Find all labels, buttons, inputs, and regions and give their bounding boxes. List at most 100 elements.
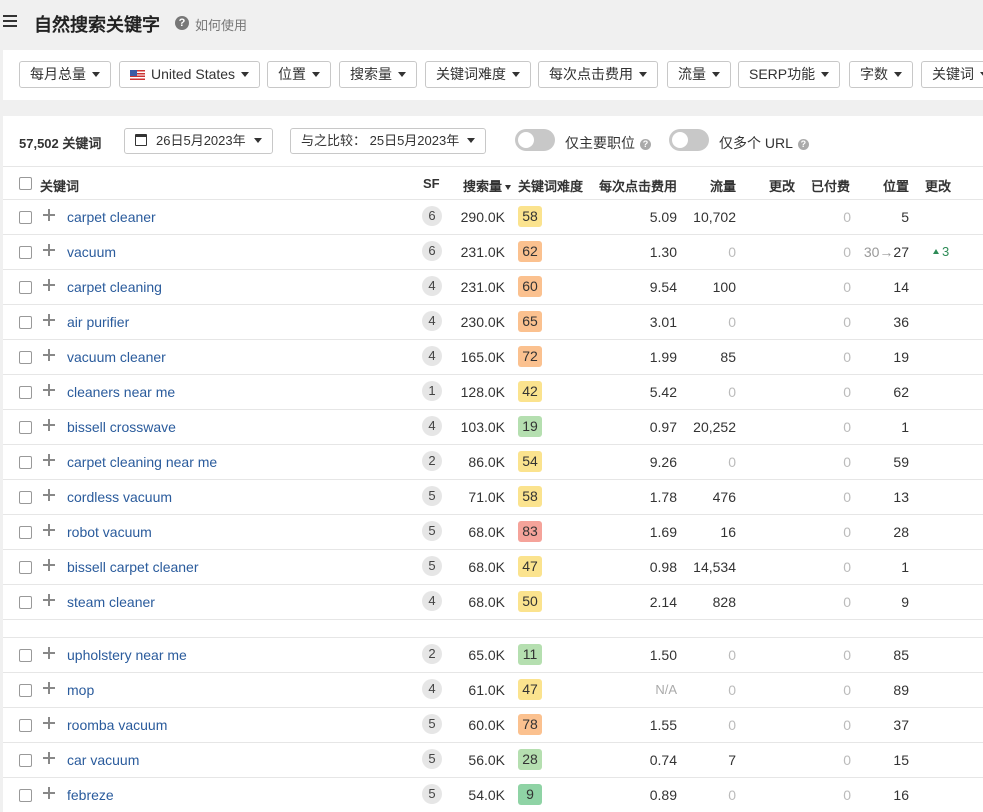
sf-badge[interactable]: 1 — [422, 381, 442, 401]
row-checkbox[interactable] — [19, 561, 32, 574]
col-keyword-difficulty[interactable]: 关键词难度 — [518, 176, 583, 195]
keyword-link[interactable]: cleaners near me — [67, 384, 175, 400]
plus-icon[interactable] — [43, 454, 55, 466]
sf-badge[interactable]: 5 — [422, 521, 442, 541]
row-checkbox[interactable] — [19, 281, 32, 294]
row-checkbox[interactable] — [19, 211, 32, 224]
filter-serp-features[interactable]: SERP功能 — [738, 61, 841, 88]
sf-badge[interactable]: 2 — [422, 644, 442, 664]
compare-date-picker[interactable]: 与之比较： 25日5月2023年 — [290, 128, 487, 154]
plus-icon[interactable] — [43, 682, 55, 694]
filter-traffic[interactable]: 流量 — [667, 61, 731, 88]
row-checkbox[interactable] — [19, 491, 32, 504]
filter-position[interactable]: 位置 — [267, 61, 331, 88]
main-positions-toggle[interactable] — [515, 129, 555, 151]
sf-badge[interactable]: 4 — [422, 679, 442, 699]
keyword-link[interactable]: cordless vacuum — [67, 489, 172, 505]
keyword-link[interactable]: bissell carpet cleaner — [67, 559, 199, 575]
col-cpc[interactable]: 每次点击费用 — [599, 176, 677, 195]
filter-country[interactable]: United States — [119, 61, 261, 88]
row-checkbox[interactable] — [19, 351, 32, 364]
keyword-link[interactable]: febreze — [67, 787, 114, 803]
plus-icon[interactable] — [43, 489, 55, 501]
sf-badge[interactable]: 5 — [422, 486, 442, 506]
how-to-use-link[interactable]: 如何使用 — [195, 15, 247, 34]
col-volume[interactable]: 搜索量 — [463, 176, 512, 195]
filter-keyword[interactable]: 关键词 — [921, 61, 983, 88]
col-traffic[interactable]: 流量 — [710, 176, 736, 195]
plus-icon[interactable] — [43, 209, 55, 221]
position-cell: 19 — [893, 349, 909, 365]
row-checkbox[interactable] — [19, 684, 32, 697]
keyword-link[interactable]: vacuum — [67, 244, 116, 260]
row-checkbox[interactable] — [19, 596, 32, 609]
row-checkbox[interactable] — [19, 526, 32, 539]
row-checkbox[interactable] — [19, 386, 32, 399]
keyword-link[interactable]: carpet cleaning — [67, 279, 162, 295]
row-checkbox[interactable] — [19, 246, 32, 259]
row-checkbox[interactable] — [19, 649, 32, 662]
plus-icon[interactable] — [43, 279, 55, 291]
col-sf[interactable]: SF — [423, 176, 440, 191]
filter-word-count[interactable]: 字数 — [849, 61, 913, 88]
col-paid[interactable]: 已付费 — [811, 176, 850, 195]
plus-icon[interactable] — [43, 787, 55, 799]
plus-icon[interactable] — [43, 419, 55, 431]
plus-icon[interactable] — [43, 349, 55, 361]
keyword-link[interactable]: air purifier — [67, 314, 129, 330]
plus-icon[interactable] — [43, 524, 55, 536]
sf-badge[interactable]: 2 — [422, 451, 442, 471]
plus-icon[interactable] — [43, 559, 55, 571]
date-picker[interactable]: 26日5月2023年 — [124, 128, 273, 154]
plus-icon[interactable] — [43, 717, 55, 729]
sf-badge[interactable]: 5 — [422, 784, 442, 804]
row-checkbox[interactable] — [19, 789, 32, 802]
sf-badge[interactable]: 4 — [422, 311, 442, 331]
filter-cpc[interactable]: 每次点击费用 — [538, 61, 658, 88]
sf-badge[interactable]: 6 — [422, 206, 442, 226]
plus-icon[interactable] — [43, 314, 55, 326]
plus-icon[interactable] — [43, 647, 55, 659]
keyword-link[interactable]: bissell crosswave — [67, 419, 176, 435]
keyword-link[interactable]: vacuum cleaner — [67, 349, 166, 365]
row-checkbox[interactable] — [19, 754, 32, 767]
sf-badge[interactable]: 4 — [422, 346, 442, 366]
sf-badge[interactable]: 4 — [422, 276, 442, 296]
question-icon[interactable]: ? — [797, 139, 809, 150]
col-traffic-change[interactable]: 更改 — [769, 176, 795, 195]
keyword-link[interactable]: robot vacuum — [67, 524, 152, 540]
keyword-link[interactable]: upholstery near me — [67, 647, 187, 663]
row-checkbox[interactable] — [19, 719, 32, 732]
plus-icon[interactable] — [43, 384, 55, 396]
sf-badge[interactable]: 4 — [422, 416, 442, 436]
sf-badge[interactable]: 5 — [422, 749, 442, 769]
plus-icon[interactable] — [43, 752, 55, 764]
plus-icon[interactable] — [43, 594, 55, 606]
keyword-link[interactable]: carpet cleaning near me — [67, 454, 217, 470]
keyword-link[interactable]: steam cleaner — [67, 594, 155, 610]
filter-keyword-difficulty[interactable]: 关键词难度 — [425, 61, 531, 88]
select-all-checkbox[interactable] — [19, 177, 32, 190]
question-icon[interactable]: ? — [640, 139, 651, 150]
sf-badge[interactable]: 5 — [422, 556, 442, 576]
multi-url-toggle[interactable] — [669, 129, 709, 151]
sf-badge[interactable]: 5 — [422, 714, 442, 734]
keyword-link[interactable]: mop — [67, 682, 94, 698]
menu-icon[interactable] — [3, 15, 17, 27]
help-icon[interactable]: ? — [175, 16, 189, 30]
keyword-link[interactable]: carpet cleaner — [67, 209, 156, 225]
plus-icon[interactable] — [43, 244, 55, 256]
row-checkbox[interactable] — [19, 421, 32, 434]
col-keyword[interactable]: 关键词 — [40, 176, 79, 195]
multi-url-label: 仅多个 URL? — [719, 133, 809, 153]
filter-volume[interactable]: 搜索量 — [339, 61, 417, 88]
col-position-change[interactable]: 更改 — [925, 176, 951, 195]
filter-monthly-total[interactable]: 每月总量 — [19, 61, 111, 88]
sf-badge[interactable]: 6 — [422, 241, 442, 261]
row-checkbox[interactable] — [19, 316, 32, 329]
keyword-link[interactable]: roomba vacuum — [67, 717, 167, 733]
row-checkbox[interactable] — [19, 456, 32, 469]
col-position[interactable]: 位置 — [883, 176, 909, 195]
sf-badge[interactable]: 4 — [422, 591, 442, 611]
keyword-link[interactable]: car vacuum — [67, 752, 139, 768]
